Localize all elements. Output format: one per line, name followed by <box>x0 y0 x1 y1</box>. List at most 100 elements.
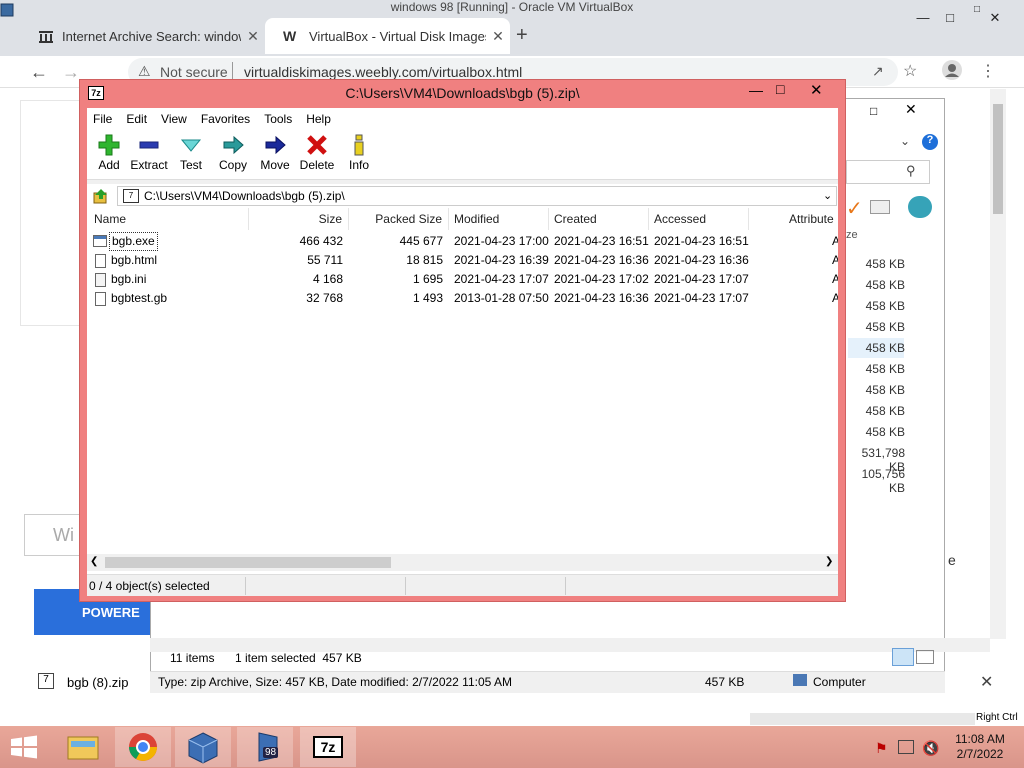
table-row[interactable]: bgb.exe 466 432 445 677 2021-04-23 17:00… <box>87 232 838 251</box>
menu-help[interactable]: Help <box>300 112 339 126</box>
virtualbox-cube-icon <box>188 732 218 764</box>
size-column-header[interactable]: ze <box>846 229 858 241</box>
virtualbox-icon <box>0 2 14 18</box>
divider <box>232 62 233 80</box>
new-tab-button[interactable]: + <box>516 24 528 47</box>
explorer-minimize-button[interactable]: □ <box>870 104 877 118</box>
forward-button[interactable]: → <box>62 62 80 83</box>
file-created: 2021-04-23 16:51 <box>554 234 649 248</box>
extract-button[interactable]: Extract <box>127 134 171 172</box>
chrome-taskbar[interactable] <box>115 727 171 767</box>
settings-file-icon <box>95 273 106 287</box>
up-folder-icon[interactable] <box>93 188 109 204</box>
info-icon <box>354 134 364 156</box>
host-key-label: Right Ctrl <box>976 712 1018 723</box>
folder-icon <box>67 736 99 760</box>
volume-muted-icon[interactable]: 🔇 <box>922 740 939 757</box>
close-download-bar-icon[interactable]: ✕ <box>980 672 993 692</box>
details-view-button[interactable] <box>892 648 914 666</box>
details-location: Computer <box>813 675 866 689</box>
col-name[interactable]: Name <box>87 208 249 230</box>
horizontal-scrollbar[interactable]: ❮ ❯ <box>87 554 838 571</box>
page-scrollbar-thumb[interactable] <box>993 104 1003 214</box>
file-name: bgbtest.gb <box>111 291 168 305</box>
copy-button[interactable]: Copy <box>211 134 255 172</box>
zip-file-icon: 7 <box>38 673 54 689</box>
bookmark-star-icon[interactable]: ☆ <box>903 61 917 81</box>
scroll-left-icon[interactable]: ❮ <box>90 556 98 567</box>
delete-label: Delete <box>299 158 335 172</box>
tab-internet-archive[interactable]: Internet Archive Search: windows ✕ <box>20 18 265 54</box>
info-button[interactable]: Info <box>337 134 381 172</box>
delete-button[interactable]: Delete <box>295 134 339 172</box>
table-row[interactable]: bgb.html 55 711 18 815 2021-04-23 16:39 … <box>87 251 838 270</box>
view-icon[interactable] <box>870 200 890 214</box>
col-accessed[interactable]: Accessed <box>649 208 749 230</box>
col-modified[interactable]: Modified <box>449 208 549 230</box>
explorer-close-button[interactable]: ✕ <box>905 101 917 118</box>
scrollbar-thumb[interactable] <box>105 557 391 568</box>
col-created[interactable]: Created <box>549 208 649 230</box>
minimize-button[interactable]: — <box>749 82 763 98</box>
file-size: 32 768 <box>306 291 343 305</box>
col-packed-size[interactable]: Packed Size <box>349 208 449 230</box>
vbox-close-button[interactable]: ✕ <box>980 10 1010 26</box>
tab-virtualbox[interactable]: W VirtualBox - Virtual Disk Images ✕ <box>265 18 510 54</box>
network-icon[interactable] <box>898 740 914 754</box>
file-packed-size: 18 815 <box>406 253 443 267</box>
close-tab-icon[interactable]: ✕ <box>486 28 510 45</box>
menu-favorites[interactable]: Favorites <box>195 112 258 126</box>
maximize-button[interactable]: □ <box>776 81 784 97</box>
close-button[interactable]: ✕ <box>810 81 823 99</box>
divider <box>405 577 406 595</box>
html-file-icon <box>95 254 106 268</box>
test-button[interactable]: Test <box>169 134 213 172</box>
help-icon[interactable]: ? <box>922 134 938 150</box>
vbox-status-icons <box>750 713 975 725</box>
action-center-flag-icon[interactable]: ⚑ <box>875 740 888 757</box>
explorer-search-input[interactable] <box>846 160 930 184</box>
menu-file[interactable]: File <box>87 112 120 126</box>
tab-label: Internet Archive Search: windows <box>62 28 241 44</box>
move-button[interactable]: Move <box>253 134 297 172</box>
taskbar-clock[interactable]: 11:08 AM 2/7/2022 <box>950 732 1010 762</box>
clock-date: 2/7/2022 <box>956 747 1004 761</box>
file-packed-size: 1 695 <box>412 272 443 286</box>
close-tab-icon[interactable]: ✕ <box>241 28 265 45</box>
clock-time: 11:08 AM <box>955 732 1005 746</box>
scroll-right-icon[interactable]: ❯ <box>825 556 833 567</box>
explorer-hscrollbar[interactable] <box>150 638 990 652</box>
archive-icon <box>38 28 62 44</box>
globe-icon <box>908 196 932 218</box>
windows98-vm-taskbar[interactable]: 98 <box>237 727 293 767</box>
sevenzip-taskbar[interactable]: 7z <box>300 727 356 767</box>
table-row[interactable]: bgbtest.gb 32 768 1 493 2013-01-28 07:50… <box>87 289 838 308</box>
file-created: 2021-04-23 17:02 <box>554 272 649 286</box>
menu-kebab-icon[interactable]: ⋮ <box>980 61 996 81</box>
page-text-e: e <box>948 552 956 568</box>
vbox-maximize-button[interactable]: □ <box>935 10 965 25</box>
path-input[interactable]: C:\Users\VM4\Downloads\bgb (5).zip\ <box>117 186 837 206</box>
share-icon[interactable]: ↗ <box>872 63 884 80</box>
chevron-down-icon[interactable]: ⌄ <box>900 134 910 148</box>
menu-tools[interactable]: Tools <box>258 112 300 126</box>
file-size: 458 KB <box>865 404 905 418</box>
col-attributes[interactable]: Attribute <box>749 208 838 230</box>
minus-icon <box>139 141 159 149</box>
path-dropdown-icon[interactable]: ⌄ <box>823 189 832 202</box>
menu-view[interactable]: View <box>155 112 195 126</box>
menu-edit[interactable]: Edit <box>120 112 155 126</box>
virtualbox-taskbar[interactable] <box>175 727 231 767</box>
download-item-label[interactable]: bgb (8).zip <box>67 675 128 690</box>
table-row[interactable]: bgb.ini 4 168 1 695 2021-04-23 17:07 202… <box>87 270 838 289</box>
back-button[interactable]: ← <box>30 62 48 83</box>
profile-icon[interactable] <box>942 60 962 80</box>
add-button[interactable]: Add <box>87 134 131 172</box>
vbox-minimize-button[interactable]: — <box>908 10 938 25</box>
tiles-view-button[interactable] <box>916 650 934 664</box>
sevenzip-window: 7z C:\Users\VM4\Downloads\bgb (5).zip\ —… <box>79 79 846 602</box>
start-button[interactable] <box>10 735 38 759</box>
file-explorer-taskbar[interactable] <box>55 727 111 767</box>
file-packed-size: 1 493 <box>412 291 443 305</box>
col-size[interactable]: Size <box>249 208 349 230</box>
